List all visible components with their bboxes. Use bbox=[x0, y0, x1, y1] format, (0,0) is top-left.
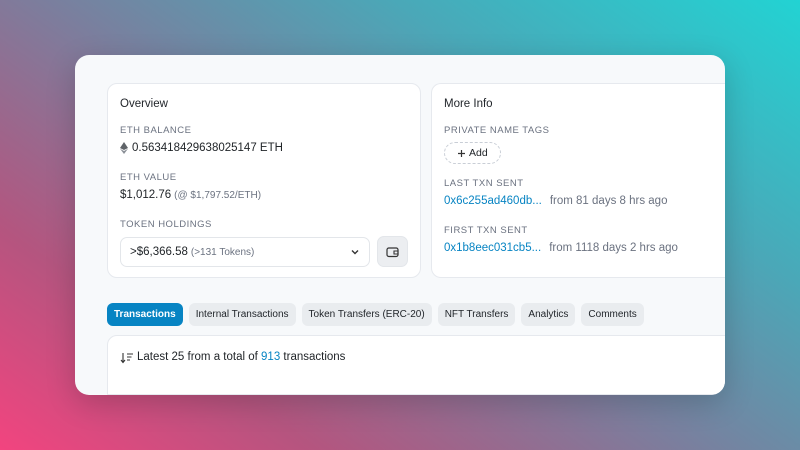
add-tag-button[interactable]: Add bbox=[444, 142, 501, 164]
summary-total-link[interactable]: 913 bbox=[261, 351, 280, 363]
tab-analytics[interactable]: Analytics bbox=[521, 303, 576, 326]
chevron-down-icon bbox=[351, 249, 359, 254]
summary-suffix: transactions bbox=[283, 351, 346, 363]
address-tabs: Transactions Internal Transactions Token… bbox=[107, 303, 644, 326]
token-holdings-text: >$6,366.58 (>131 Tokens) bbox=[130, 246, 254, 258]
transactions-summary: Latest 25 from a total of 913 transactio… bbox=[107, 335, 725, 395]
more-info-title: More Info bbox=[444, 98, 493, 110]
first-txn-row: 0x1b8eec031cb5... from 1118 days 2 hrs a… bbox=[444, 242, 719, 254]
eth-value-label: ETH VALUE bbox=[120, 172, 177, 183]
tab-internal-transactions[interactable]: Internal Transactions bbox=[188, 303, 296, 326]
sort-descending-icon bbox=[120, 353, 133, 364]
tab-token-transfers[interactable]: Token Transfers (ERC-20) bbox=[301, 303, 432, 326]
tab-comments[interactable]: Comments bbox=[581, 303, 644, 326]
last-txn-age: from 81 days 8 hrs ago bbox=[549, 195, 668, 207]
last-txn-row: 0x6c255ad460db... from 81 days 8 hrs ago bbox=[444, 195, 719, 207]
add-tag-label: Add bbox=[469, 147, 488, 159]
eth-value-rate: (@ $1,797.52/ETH) bbox=[174, 189, 262, 201]
token-holdings-value: >$6,366.58 bbox=[130, 245, 188, 258]
explorer-panel: Overview ETH BALANCE 0.56341842963802514… bbox=[75, 55, 725, 395]
overview-card: Overview ETH BALANCE 0.56341842963802514… bbox=[107, 83, 421, 278]
eth-balance: 0.563418429638025147 ETH bbox=[120, 142, 408, 154]
token-holdings-count: (>131 Tokens) bbox=[190, 246, 255, 258]
token-holdings-row: >$6,366.58 (>131 Tokens) bbox=[120, 236, 408, 267]
tab-nft-transfers[interactable]: NFT Transfers bbox=[437, 303, 516, 326]
wallet-button[interactable] bbox=[377, 236, 408, 267]
last-txn-label: LAST TXN SENT bbox=[444, 178, 524, 189]
token-holdings-dropdown[interactable]: >$6,366.58 (>131 Tokens) bbox=[120, 236, 370, 267]
ethereum-icon bbox=[120, 142, 128, 154]
first-txn-age: from 1118 days 2 hrs ago bbox=[549, 242, 678, 254]
private-tags-label: PRIVATE NAME TAGS bbox=[444, 125, 550, 136]
tab-transactions[interactable]: Transactions bbox=[107, 303, 183, 326]
token-holdings-label: TOKEN HOLDINGS bbox=[120, 219, 212, 230]
more-info-card: More Info PRIVATE NAME TAGS Add LAST TXN… bbox=[431, 83, 725, 278]
first-txn-label: FIRST TXN SENT bbox=[444, 225, 528, 236]
eth-balance-value: 0.563418429638025147 ETH bbox=[132, 142, 283, 154]
eth-value: $1,012.76 (@ $1,797.52/ETH) bbox=[120, 189, 408, 201]
last-txn-hash-link[interactable]: 0x6c255ad460db... bbox=[444, 195, 542, 207]
first-txn-hash-link[interactable]: 0x1b8eec031cb5... bbox=[444, 242, 541, 254]
summary-prefix: Latest 25 from a total of bbox=[137, 351, 258, 363]
wallet-icon bbox=[386, 246, 399, 257]
eth-value-amount: $1,012.76 bbox=[120, 189, 172, 201]
overview-title: Overview bbox=[120, 98, 168, 110]
plus-icon bbox=[458, 149, 465, 157]
eth-balance-label: ETH BALANCE bbox=[120, 125, 192, 136]
